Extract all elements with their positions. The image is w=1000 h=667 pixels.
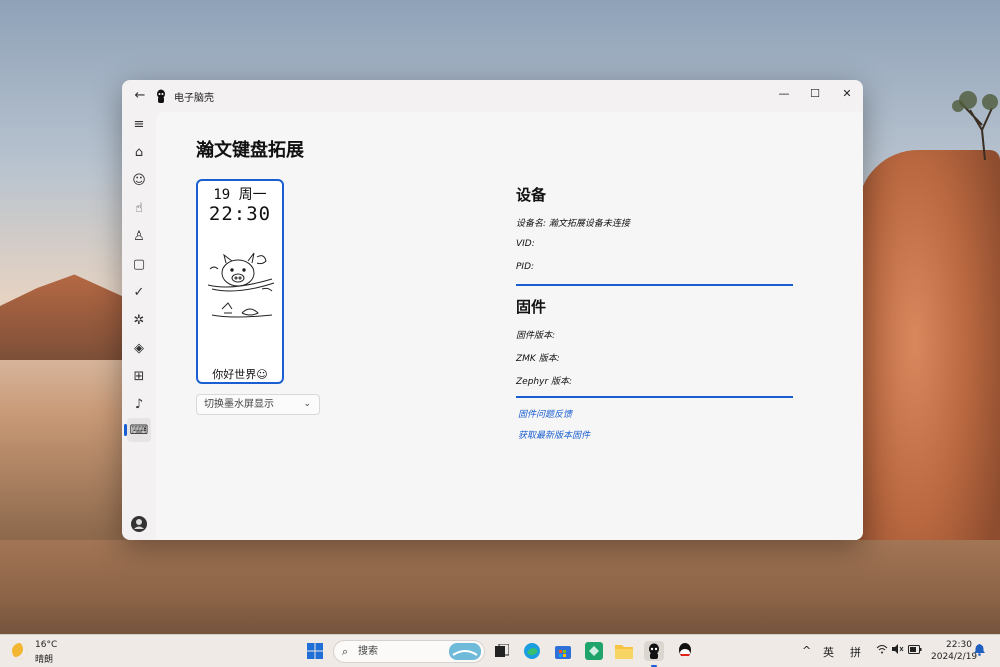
flying-pig-illustration	[207, 252, 275, 318]
electronic-brain-shell-icon[interactable]	[644, 641, 664, 661]
taskbar-search[interactable]: ⌕ 搜索	[333, 640, 485, 663]
display-select[interactable]: 切换墨水屏显示 ⌄	[196, 394, 320, 415]
app-green-icon[interactable]	[584, 641, 604, 661]
tray-chevron-icon[interactable]: ^	[802, 644, 811, 657]
store-icon[interactable]	[553, 641, 573, 661]
main-content: 瀚文键盘拓展 19 周一 22:30 你好世界☺ 切换墨水屏显示 ⌄ 设备 设备…	[156, 112, 863, 540]
app-title: 电子脑壳	[174, 93, 214, 104]
moon-icon[interactable]	[12, 643, 28, 659]
maximize-button[interactable]: ☐	[803, 84, 827, 104]
firmware-section-title: 固件	[516, 298, 547, 316]
chevron-down-icon: ⌄	[303, 399, 311, 409]
gamepad-icon[interactable]: ⊞	[127, 364, 151, 388]
microphone-icon[interactable]: ♪	[127, 392, 151, 416]
ime-language[interactable]: 英	[823, 644, 834, 660]
edge-icon[interactable]	[522, 641, 542, 661]
battery-icon[interactable]	[908, 644, 922, 657]
taskbar: 16°C 晴朗 ⌕ 搜索 ^ 英 拼 22:30 2024/2/19	[0, 634, 1000, 667]
display-select-value: 切换墨水屏显示	[204, 399, 274, 410]
get-latest-firmware-link[interactable]: 获取最新版本固件	[518, 428, 590, 441]
smiley-icon[interactable]: ☺	[127, 168, 151, 192]
puzzle-icon[interactable]: ✲	[127, 308, 151, 332]
fw-version-label: 固件版本:	[516, 331, 556, 341]
hamburger-icon[interactable]: ≡	[127, 112, 151, 136]
hand-pointer-icon[interactable]: ☝	[127, 196, 151, 220]
pid-label: PID:	[516, 262, 535, 272]
device-name-label: 设备名: 瀚文拓展设备未连接	[516, 219, 630, 229]
firmware-feedback-link[interactable]: 固件问题反馈	[518, 407, 572, 420]
app-logo-icon	[157, 89, 165, 103]
weather-desc[interactable]: 晴朗	[35, 652, 53, 665]
qq-icon[interactable]	[675, 641, 695, 661]
zephyr-version-label: Zephyr 版本:	[516, 377, 573, 387]
home-icon[interactable]: ⌂	[127, 140, 151, 164]
checkmark-icon[interactable]: ✓	[127, 280, 151, 304]
frame-icon[interactable]: ▢	[127, 252, 151, 276]
keyboard-icon[interactable]: ⌨	[124, 418, 151, 442]
sidebar: ≡ ⌂ ☺ ☝ ♙ ▢ ✓ ✲ ◈ ⊞ ♪ ⌨ ⚙	[122, 112, 156, 540]
eink-time: 22:30	[208, 203, 272, 225]
clock-date[interactable]: 2024/2/19	[931, 652, 977, 662]
desert-ground	[0, 540, 1000, 634]
device-section-title: 设备	[516, 186, 547, 204]
minimize-button[interactable]: —	[772, 84, 796, 104]
task-view-icon[interactable]	[492, 641, 512, 661]
zmk-version-label: ZMK 版本:	[516, 354, 560, 364]
app-window: ← 电子脑壳 — ☐ ✕ ≡ ⌂ ☺ ☝ ♙ ▢ ✓ ✲ ◈ ⊞ ♪ ⌨ ⚙ 瀚…	[122, 80, 863, 540]
ime-mode[interactable]: 拼	[850, 644, 861, 660]
person-icon[interactable]: ♙	[127, 224, 151, 248]
volume-muted-icon[interactable]	[892, 644, 904, 657]
wifi-icon[interactable]	[876, 644, 888, 657]
windows-start-icon[interactable]	[305, 641, 325, 661]
account-icon[interactable]	[127, 512, 151, 536]
back-arrow-icon[interactable]: ←	[132, 88, 148, 104]
title-bar[interactable]: ← 电子脑壳 — ☐ ✕	[122, 80, 863, 112]
eink-greeting: 你好世界☺	[212, 368, 268, 381]
file-explorer-icon[interactable]	[614, 641, 634, 661]
vid-label: VID:	[516, 239, 535, 249]
device-divider	[516, 284, 793, 286]
firmware-divider	[516, 396, 793, 398]
search-icon: ⌕	[342, 645, 349, 658]
shapes-icon[interactable]: ◈	[127, 336, 151, 360]
clock-time[interactable]: 22:30	[946, 640, 972, 650]
close-button[interactable]: ✕	[835, 84, 859, 104]
eink-preview: 19 周一 22:30 你好世界☺	[196, 179, 284, 384]
tree-silhouette	[952, 91, 998, 160]
eink-date: 19 周一	[213, 187, 267, 203]
desert-rock-left	[0, 274, 124, 360]
weather-temp[interactable]: 16°C	[35, 640, 57, 650]
page-title: 瀚文键盘拓展	[196, 140, 304, 161]
notification-bell-icon[interactable]	[974, 644, 985, 659]
search-highlight-icon	[449, 643, 481, 660]
search-placeholder: 搜索	[358, 646, 378, 657]
